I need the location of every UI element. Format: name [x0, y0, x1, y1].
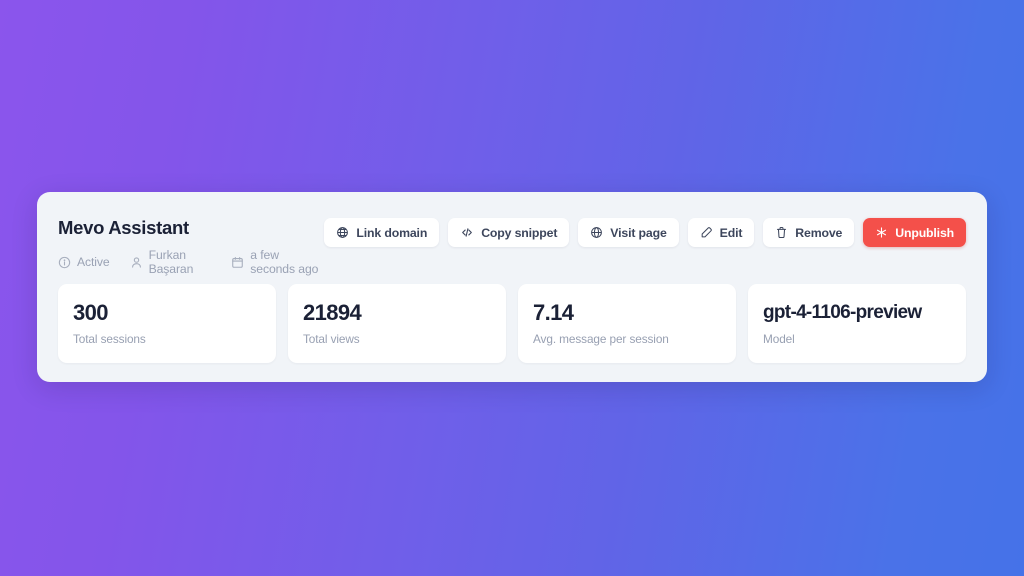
- link-domain-label: Link domain: [356, 225, 428, 240]
- unpublish-label: Unpublish: [895, 225, 954, 240]
- remove-button[interactable]: Remove: [763, 218, 855, 247]
- trash-icon: [775, 226, 788, 239]
- code-brackets-icon: [460, 226, 474, 239]
- visit-page-label: Visit page: [610, 225, 667, 240]
- stat-card-model: gpt-4-1106-preview Model: [748, 284, 966, 363]
- stat-value-total-sessions: 300: [73, 300, 109, 325]
- globe-network-icon: [336, 226, 349, 239]
- page-title: Mevo Assistant: [58, 217, 189, 238]
- stat-card-group: 300 Total sessions 21894 Total views 7.1…: [47, 284, 977, 363]
- title-block: Mevo Assistant Active Furkan Başaran a f…: [58, 216, 324, 276]
- stat-card-avg-message-per-session: 7.14 Avg. message per session: [518, 284, 736, 363]
- calendar-icon: [231, 256, 244, 269]
- meta-label-owner: Furkan Başaran: [148, 248, 194, 276]
- stat-value-total-views: 21894: [303, 300, 362, 325]
- info-circle-icon: [58, 256, 71, 269]
- user-icon: [130, 256, 143, 269]
- copy-snippet-label: Copy snippet: [481, 225, 558, 240]
- pencil-edit-icon: [700, 226, 713, 239]
- meta-item-timestamp: a few seconds ago: [231, 248, 324, 276]
- link-domain-button[interactable]: Link domain: [324, 218, 440, 247]
- stat-label-total-sessions: Total sessions: [73, 332, 146, 346]
- meta-item-owner: Furkan Başaran: [130, 248, 212, 276]
- edit-label: Edit: [719, 225, 743, 240]
- stat-label-total-views: Total views: [303, 332, 360, 346]
- stat-card-total-sessions: 300 Total sessions: [58, 284, 276, 363]
- edit-button[interactable]: Edit: [687, 218, 755, 247]
- action-button-group: Link domain Copy snippet Visit page Edit…: [324, 216, 966, 247]
- remove-label: Remove: [795, 225, 843, 240]
- stat-label-avg-message-per-session: Avg. message per session: [533, 332, 669, 346]
- meta-row: Active Furkan Başaran a few seconds ago: [58, 248, 324, 276]
- meta-label-status: Active: [77, 255, 110, 269]
- stat-label-model: Model: [763, 332, 795, 346]
- globe-icon: [590, 226, 603, 239]
- meta-label-timestamp: a few seconds ago: [250, 248, 319, 276]
- copy-snippet-button[interactable]: Copy snippet: [448, 218, 570, 247]
- assistant-detail-panel: Mevo Assistant Active Furkan Başaran a f…: [37, 192, 987, 382]
- panel-header: Mevo Assistant Active Furkan Başaran a f…: [47, 216, 977, 276]
- stat-value-model: gpt-4-1106-preview: [763, 302, 922, 323]
- unpublish-star-icon: [875, 226, 888, 239]
- stat-value-avg-message-per-session: 7.14: [533, 300, 574, 325]
- unpublish-button[interactable]: Unpublish: [863, 218, 966, 247]
- visit-page-button[interactable]: Visit page: [578, 218, 679, 247]
- meta-item-status: Active: [58, 255, 110, 269]
- stat-card-total-views: 21894 Total views: [288, 284, 506, 363]
